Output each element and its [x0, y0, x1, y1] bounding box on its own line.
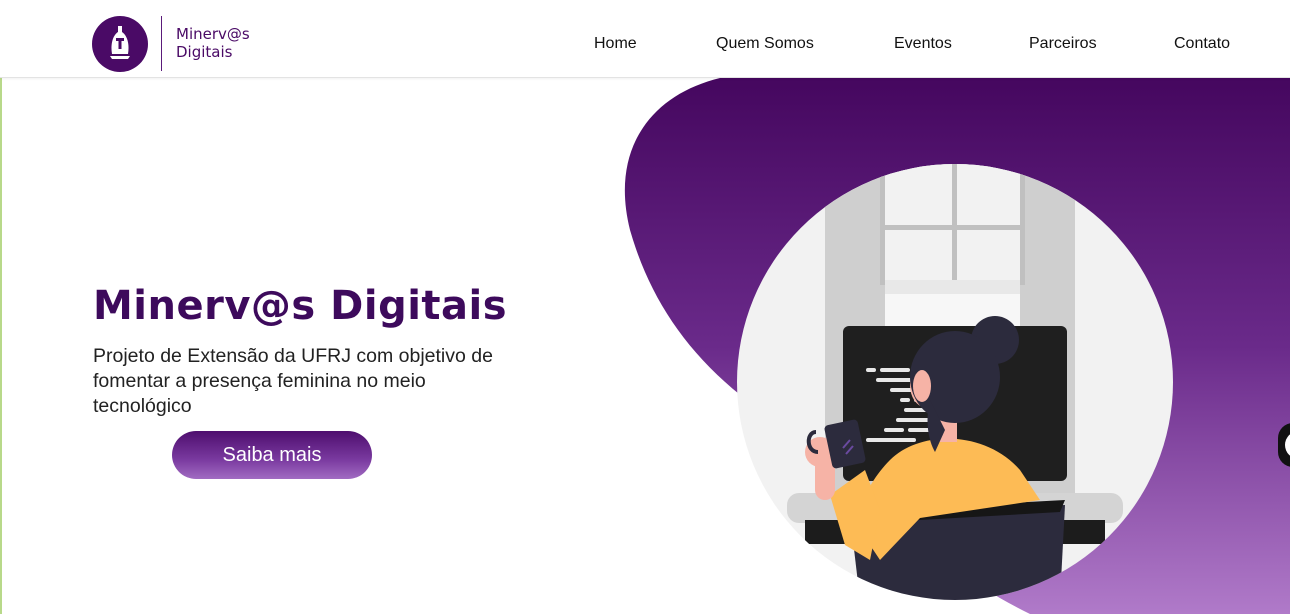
brand-name[interactable]: Minerv@s Digitais: [176, 25, 250, 61]
logo-divider: [161, 16, 162, 71]
brand-line-2: Digitais: [176, 43, 233, 61]
brand-line-1: Minerv@s: [176, 25, 250, 43]
nav-parceiros[interactable]: Parceiros: [1029, 35, 1097, 53]
nav-contato[interactable]: Contato: [1174, 35, 1230, 53]
hero-description: Projeto de Extensão da UFRJ com objetivo…: [93, 345, 493, 417]
saiba-mais-button[interactable]: Saiba mais: [172, 431, 372, 479]
nav-home[interactable]: Home: [594, 35, 637, 53]
site-header: Minerv@s Digitais Home Quem Somos Evento…: [0, 0, 1290, 78]
hero-title: Minerv@s Digitais: [93, 283, 508, 329]
chat-widget-icon[interactable]: [1278, 423, 1290, 467]
nav-eventos[interactable]: Eventos: [894, 35, 952, 53]
minerva-helmet-icon[interactable]: [92, 16, 148, 72]
nav-quem-somos[interactable]: Quem Somos: [716, 35, 814, 53]
chat-widget-inner: [1285, 431, 1290, 459]
